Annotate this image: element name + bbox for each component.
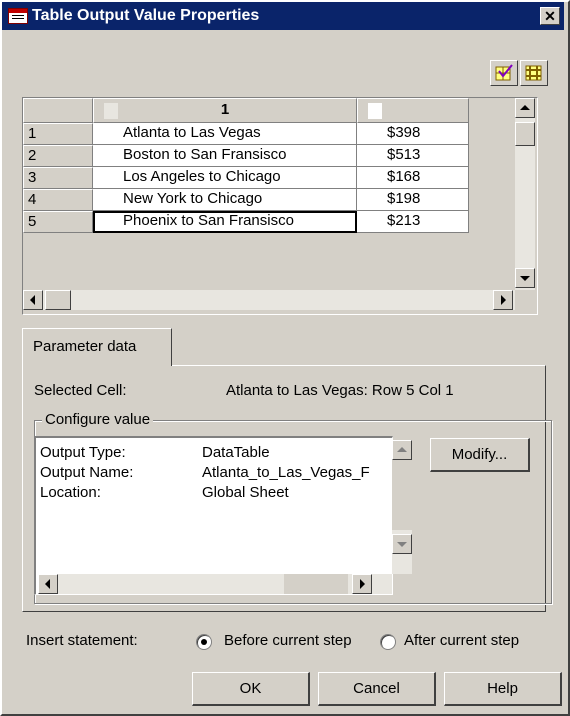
help-button[interactable]: Help: [444, 672, 562, 706]
corner-header[interactable]: [23, 98, 93, 123]
column-marker: [104, 103, 118, 119]
row-header[interactable]: 1: [23, 123, 93, 145]
route-cell[interactable]: New York to Chicago: [93, 189, 357, 211]
selected-cell-value: Atlanta to Las Vegas: Row 5 Col 1: [226, 382, 454, 399]
price-cell[interactable]: $168: [357, 167, 469, 189]
data-grid[interactable]: 1 1 Atlanta to Las Vegas $398 2 Boston to Sa…: [22, 97, 538, 315]
configure-details-list[interactable]: Output Type: DataTable Output Name: Atlanta…: [34, 436, 412, 595]
scroll-up-button[interactable]: [392, 440, 412, 460]
config-field-key: Output Name:: [40, 464, 134, 481]
check-grid-button[interactable]: [490, 60, 518, 86]
arrow-left-icon: [30, 295, 35, 305]
scroll-right-button[interactable]: [352, 574, 372, 594]
config-field-key: Location:: [40, 484, 101, 501]
tab-label: Parameter data: [33, 338, 137, 355]
config-field-value: Global Sheet: [202, 484, 289, 501]
column-header-2[interactable]: [357, 98, 469, 123]
price-cell[interactable]: $398: [357, 123, 469, 145]
list-horizontal-scrollbar[interactable]: [38, 574, 392, 594]
scroll-down-button[interactable]: [392, 534, 412, 554]
row-header[interactable]: 4: [23, 189, 93, 211]
route-cell[interactable]: Atlanta to Las Vegas: [93, 123, 357, 145]
scroll-thumb[interactable]: [284, 574, 348, 594]
arrow-right-icon: [360, 579, 365, 589]
radio-after-label[interactable]: After current step: [404, 632, 519, 649]
config-field-value: DataTable: [202, 444, 270, 461]
arrow-down-icon: [397, 542, 407, 547]
title-bar[interactable]: Table Output Value Properties ✕: [2, 2, 564, 30]
radio-before-current-step[interactable]: [196, 634, 212, 650]
table-icon: [8, 8, 28, 24]
price-cell[interactable]: $513: [357, 145, 469, 167]
arrow-left-icon: [45, 579, 50, 589]
list-vertical-scrollbar[interactable]: [392, 440, 412, 574]
route-cell[interactable]: Phoenix to San Fransisco: [93, 211, 357, 233]
arrow-right-icon: [501, 295, 506, 305]
column-header-label: 1: [220, 101, 230, 118]
scroll-thumb[interactable]: [515, 122, 535, 146]
arrow-down-icon: [520, 276, 530, 281]
route-cell[interactable]: Boston to San Fransisco: [93, 145, 357, 167]
arrow-up-icon: [397, 447, 407, 452]
scroll-up-button[interactable]: [515, 98, 535, 118]
price-cell[interactable]: $213: [357, 211, 469, 233]
row-header[interactable]: 5: [23, 211, 93, 233]
window-title: Table Output Value Properties: [32, 7, 260, 24]
config-field-value: Atlanta_to_Las_Vegas_F: [202, 464, 370, 481]
radio-after-current-step[interactable]: [380, 634, 396, 650]
tab-parameter-data[interactable]: Parameter data: [22, 328, 172, 366]
grid-icon: [525, 65, 542, 81]
row-header[interactable]: 3: [23, 167, 93, 189]
price-cell[interactable]: $198: [357, 189, 469, 211]
radio-before-label[interactable]: Before current step: [224, 632, 352, 649]
modify-button[interactable]: Modify...: [430, 438, 530, 472]
grid-horizontal-scrollbar[interactable]: [23, 290, 515, 310]
scroll-thumb[interactable]: [392, 460, 412, 530]
scroll-left-button[interactable]: [38, 574, 58, 594]
column-marker: [368, 103, 382, 119]
config-field-key: Output Type:: [40, 444, 126, 461]
route-cell[interactable]: Los Angeles to Chicago: [93, 167, 357, 189]
grid-vertical-scrollbar[interactable]: [515, 98, 535, 290]
scroll-right-button[interactable]: [493, 290, 513, 310]
close-button[interactable]: ✕: [540, 7, 560, 25]
cancel-button[interactable]: Cancel: [318, 672, 436, 706]
scroll-left-button[interactable]: [23, 290, 43, 310]
scroll-thumb[interactable]: [45, 290, 71, 310]
group-title: Configure value: [42, 411, 154, 428]
column-header-1[interactable]: 1: [93, 98, 357, 123]
grid-button[interactable]: [520, 60, 548, 86]
scroll-down-button[interactable]: [515, 268, 535, 288]
insert-statement-label: Insert statement:: [26, 632, 138, 649]
selected-cell-label: Selected Cell:: [34, 382, 127, 399]
ok-button[interactable]: OK: [192, 672, 310, 706]
row-header[interactable]: 2: [23, 145, 93, 167]
arrow-up-icon: [520, 105, 530, 110]
check-grid-icon: [495, 64, 513, 81]
